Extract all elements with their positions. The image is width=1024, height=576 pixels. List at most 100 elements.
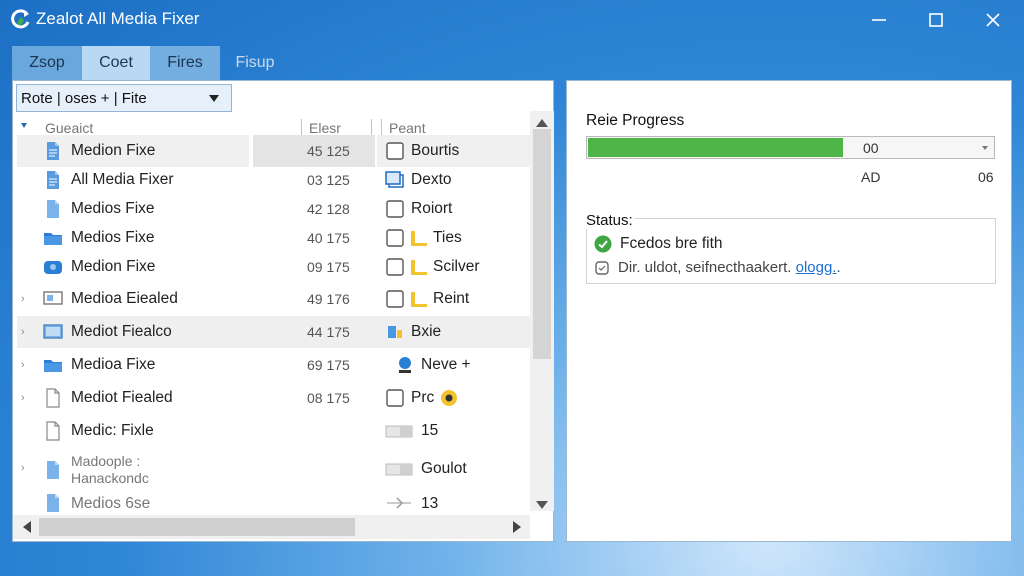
folder-icon xyxy=(44,233,62,245)
checkbox-icon[interactable] xyxy=(385,228,405,248)
toggle-icon[interactable] xyxy=(385,421,413,441)
file-size: 69 175 xyxy=(307,357,350,373)
checkbox-icon[interactable] xyxy=(385,199,405,219)
file-attribute: Bxie xyxy=(411,323,442,340)
table-row[interactable]: Medios Fixe 40 175 Ties xyxy=(13,222,530,254)
table-row[interactable]: › Mediot Fiealed 08 175 Prc xyxy=(13,382,530,414)
horizontal-scrollbar-thumb[interactable] xyxy=(39,518,355,536)
file-name: Madoople : Hanackondc xyxy=(71,453,149,486)
chevron-right-icon[interactable]: › xyxy=(21,326,25,338)
file-name: Medion Fixe xyxy=(71,258,156,275)
table-row[interactable]: Medion Fixe 45 125 Bourtis xyxy=(13,135,530,167)
checkbox-icon[interactable] xyxy=(385,388,405,408)
folder-icon xyxy=(411,231,427,246)
maximize-button[interactable] xyxy=(908,0,964,40)
status-detail-text: Dir. uldot, seifnecthaakert. xyxy=(618,259,792,276)
file-name: Medios Fixe xyxy=(71,229,155,246)
monitor-icon xyxy=(43,291,63,305)
folder-icon xyxy=(44,360,62,372)
file-attribute: Dexto xyxy=(411,171,452,188)
tab-fisup[interactable]: Fisup xyxy=(220,46,290,80)
checkbox-icon[interactable] xyxy=(385,257,405,277)
tab-fires[interactable]: Fires xyxy=(150,46,220,80)
status-label: Status: xyxy=(586,212,635,229)
file-attribute: Prc xyxy=(411,389,435,406)
chevron-right-icon[interactable]: › xyxy=(21,293,25,305)
file-size: 09 175 xyxy=(307,259,350,275)
refresh-logo-icon xyxy=(11,9,30,29)
progress-label: Reie Progress xyxy=(586,112,685,129)
progress-value: 00 xyxy=(863,140,879,156)
column-divider[interactable] xyxy=(381,119,382,135)
close-icon xyxy=(986,13,1000,27)
table-row[interactable]: › Mediot Fiealco 44 175 Bxie xyxy=(13,316,530,348)
file-name: Mediot Fiealed xyxy=(71,389,173,406)
toolbar-combo[interactable]: Rote | oses + | Fite xyxy=(16,84,232,112)
checkbox-icon[interactable] xyxy=(385,141,405,161)
table-row[interactable]: Medion Fixe 09 175 Scilver xyxy=(13,251,530,283)
close-button[interactable] xyxy=(965,0,1021,40)
progress-bar: 00 xyxy=(586,136,995,159)
file-name: Medioa Fixe xyxy=(71,356,156,373)
scroll-left-icon[interactable] xyxy=(23,521,31,533)
file-attribute: Ties xyxy=(433,229,462,246)
title-bar: Zealot All Media Fixer xyxy=(0,0,1024,40)
minimize-button[interactable] xyxy=(851,0,907,40)
document-icon xyxy=(46,421,60,441)
vertical-scrollbar-thumb[interactable] xyxy=(533,129,551,359)
info-icon xyxy=(595,261,609,275)
file-size: 44 175 xyxy=(307,324,350,340)
sort-arrow-icon[interactable] xyxy=(21,123,27,128)
scroll-up-icon[interactable] xyxy=(536,119,548,127)
document-icon xyxy=(47,171,59,189)
chevron-right-icon[interactable]: › xyxy=(21,392,25,404)
column-divider[interactable] xyxy=(301,119,302,135)
chevron-right-icon[interactable]: › xyxy=(21,359,25,371)
toggle-icon[interactable] xyxy=(385,459,413,479)
file-attribute: 15 xyxy=(421,422,439,439)
status-log-link[interactable]: ologg. xyxy=(796,259,837,276)
file-size: 08 175 xyxy=(307,390,350,406)
check-circle-icon xyxy=(594,235,612,253)
table-row[interactable]: All Media Fixer 03 125 Dexto xyxy=(13,164,530,196)
table-row[interactable]: Medios Fixe 42 128 Roiort xyxy=(13,193,530,225)
file-name: Mediot Fiealco xyxy=(71,323,172,340)
file-size: 49 176 xyxy=(307,291,350,307)
table-row[interactable]: Medic: Fixle 15 xyxy=(13,415,530,447)
progress-panel: Reie Progress 00 AD 06 Status: Fcedos br… xyxy=(566,80,1012,542)
document-icon xyxy=(46,388,60,408)
table-row[interactable]: › Madoople : Hanackondc Goulot xyxy=(13,448,530,492)
progress-detail-left: AD xyxy=(861,169,881,185)
table-row[interactable]: › Medioa Fixe 69 175 Neve + xyxy=(13,349,530,381)
status-message: Fcedos bre fith xyxy=(620,235,723,252)
table-row[interactable]: Medios 6se 13 xyxy=(13,491,530,515)
tab-bar: Zsop Coet Fires Fisup xyxy=(12,46,290,80)
column-divider[interactable] xyxy=(371,119,372,135)
app-icon xyxy=(388,326,402,338)
scroll-down-icon[interactable] xyxy=(536,501,548,509)
disk-icon xyxy=(44,261,62,274)
checkbox-icon[interactable] xyxy=(385,289,405,309)
file-attribute: Neve + xyxy=(421,356,471,373)
minimize-icon xyxy=(872,19,886,21)
tab-coet[interactable]: Coet xyxy=(82,46,150,80)
chevron-right-icon[interactable]: › xyxy=(21,462,25,474)
file-size: 03 125 xyxy=(307,172,350,188)
file-attribute: Scilver xyxy=(433,258,480,275)
status-detail-suffix: . xyxy=(836,259,841,276)
table-row[interactable]: › Medioa Eiealed 49 176 Reint xyxy=(13,283,530,315)
file-name: Medios Fixe xyxy=(71,200,155,217)
monitor-icon xyxy=(43,324,63,339)
badge-icon xyxy=(441,390,457,406)
file-name: Medios 6se xyxy=(71,495,151,512)
maximize-icon xyxy=(929,13,943,27)
chevron-down-icon xyxy=(209,95,219,102)
file-size: 45 125 xyxy=(307,143,350,159)
file-name: Medion Fixe xyxy=(71,142,156,159)
chevron-down-icon[interactable] xyxy=(982,146,988,150)
arrow-icon xyxy=(387,497,411,509)
tab-zsop[interactable]: Zsop xyxy=(12,46,82,80)
pin-icon xyxy=(399,357,411,373)
file-attribute: 13 xyxy=(421,495,439,512)
scroll-right-icon[interactable] xyxy=(513,521,521,533)
